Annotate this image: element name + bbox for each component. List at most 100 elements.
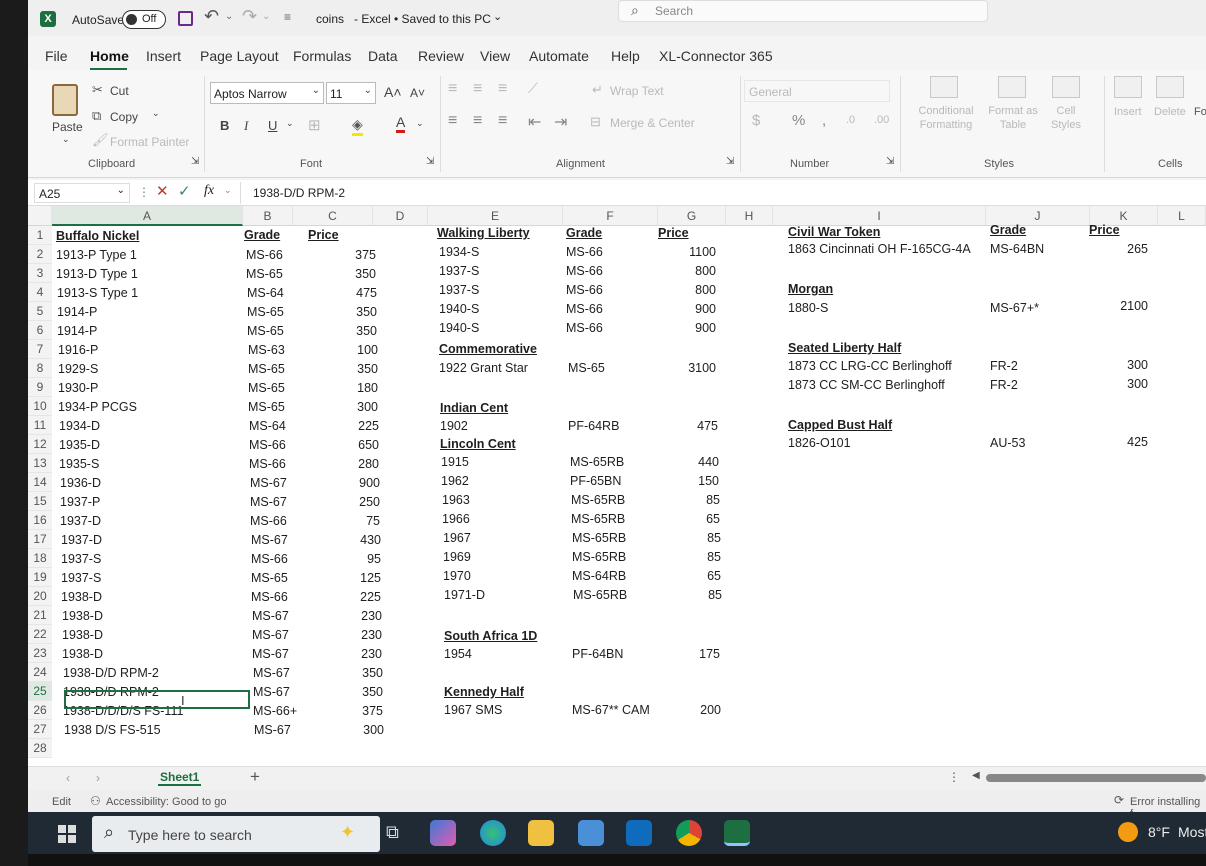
font-launcher-icon[interactable]: ⇲ <box>426 156 434 167</box>
row-header[interactable]: 25 <box>28 682 52 701</box>
undo-icon[interactable]: ↶ <box>204 6 219 27</box>
tab-insert[interactable]: Insert <box>146 48 181 64</box>
insert-cells-icon[interactable] <box>1114 76 1142 98</box>
percent-icon[interactable]: % <box>792 112 805 129</box>
row-header[interactable]: 18 <box>28 549 52 568</box>
coin-name-cell[interactable]: 1967 <box>443 531 471 545</box>
grade-cell[interactable]: MS-65 <box>248 381 285 395</box>
name-box[interactable]: A25 ⌄ <box>34 183 130 203</box>
column-header-i[interactable]: I <box>773 206 986 226</box>
taskbar-search-box[interactable]: ⌕ Type here to search ✦ <box>92 816 380 852</box>
copy-dropdown-icon[interactable]: ⌄ <box>152 108 160 119</box>
coin-name-cell[interactable]: 1937-D <box>60 514 101 528</box>
grade-cell[interactable]: FR-2 <box>990 359 1018 373</box>
row-header[interactable]: 26 <box>28 701 52 720</box>
grade-cell[interactable]: MS-66 <box>250 514 287 528</box>
coin-name-cell[interactable]: 1873 CC SM-CC Berlinghoff <box>788 378 945 392</box>
row-header[interactable]: 20 <box>28 587 52 606</box>
currency-icon[interactable]: $ <box>752 112 760 129</box>
coin-name-cell[interactable]: 1935-S <box>59 457 99 471</box>
row-header[interactable]: 9 <box>28 378 52 397</box>
tab-xl-connector[interactable]: XL-Connector 365 <box>659 48 773 64</box>
row-header[interactable]: 12 <box>28 435 52 454</box>
grade-cell[interactable]: MS-65RB <box>571 512 625 526</box>
price-cell[interactable]: 475 <box>299 286 377 300</box>
redo-dropdown-icon[interactable]: ⌄ <box>262 11 270 22</box>
coin-name-cell[interactable]: 1863 Cincinnati OH F-165CG-4A <box>788 242 971 256</box>
coin-name-cell[interactable]: 1970 <box>443 569 471 583</box>
grade-cell[interactable]: MS-67 <box>250 476 287 490</box>
table-header-cell[interactable]: Price <box>1089 223 1120 237</box>
price-cell[interactable]: 85 <box>630 531 721 545</box>
price-cell[interactable]: 265 <box>1068 242 1148 256</box>
orientation-icon[interactable]: ⟋ <box>528 80 538 97</box>
grade-cell[interactable]: MS-65 <box>248 362 285 376</box>
price-cell[interactable]: 200 <box>628 703 721 717</box>
table-header-cell[interactable]: Price <box>308 228 339 242</box>
paste-button[interactable]: Paste <box>52 120 83 134</box>
grade-cell[interactable]: MS-67 <box>253 666 290 680</box>
bold-icon[interactable]: B <box>220 118 229 133</box>
column-header-a[interactable]: A <box>52 206 243 226</box>
insert-cells-button[interactable]: Insert <box>1114 106 1142 118</box>
grade-cell[interactable]: MS-65 <box>247 324 284 338</box>
table-header-cell[interactable]: Grade <box>990 223 1026 237</box>
table-header-cell[interactable]: Civil War Token <box>788 225 880 239</box>
row-header[interactable]: 5 <box>28 302 52 321</box>
grade-cell[interactable]: MS-64 <box>247 286 284 300</box>
coin-name-cell[interactable]: 1940-S <box>439 321 479 335</box>
underline-icon[interactable]: U <box>268 118 277 133</box>
price-cell[interactable]: 250 <box>302 495 380 509</box>
coin-name-cell[interactable]: 1938 D/S FS-515 <box>64 723 161 737</box>
sheet-options-icon[interactable]: ⋮ <box>948 770 960 784</box>
section-header-cell[interactable]: Commemorative <box>439 342 537 356</box>
italic-icon[interactable]: I <box>244 118 248 134</box>
row-header[interactable]: 3 <box>28 264 52 283</box>
underline-dropdown-icon[interactable]: ⌄ <box>286 118 294 129</box>
row-header[interactable]: 16 <box>28 511 52 530</box>
section-header-cell[interactable]: South Africa 1D <box>444 629 537 643</box>
edge-browser-icon[interactable] <box>480 820 506 846</box>
increase-decimal-icon[interactable]: .0 <box>846 114 855 126</box>
copy-button[interactable]: Copy <box>110 110 138 124</box>
decrease-decimal-icon[interactable]: .00 <box>874 114 889 126</box>
format-painter-button[interactable]: Format Painter <box>110 135 189 149</box>
grade-cell[interactable]: FR-2 <box>990 378 1018 392</box>
price-cell[interactable]: 350 <box>300 362 378 376</box>
microsoft-store-icon[interactable] <box>578 820 604 846</box>
coin-name-cell[interactable]: 1914-P <box>57 324 97 338</box>
table-header-cell[interactable]: Walking Liberty <box>437 226 530 240</box>
format-as-table-button[interactable]: Format as Table <box>984 104 1042 132</box>
price-cell[interactable]: 150 <box>628 474 719 488</box>
coin-name-cell[interactable]: 1902 <box>440 419 468 433</box>
price-cell[interactable]: 350 <box>298 267 376 281</box>
row-header[interactable]: 14 <box>28 473 52 492</box>
price-cell[interactable]: 800 <box>628 264 716 278</box>
cell-styles-button[interactable]: Cell Styles <box>1044 104 1088 132</box>
price-cell[interactable]: 430 <box>303 533 381 547</box>
column-header-d[interactable]: D <box>373 206 428 226</box>
save-status-chevron-icon[interactable]: ⌄ <box>493 10 502 23</box>
price-cell[interactable]: 1100 <box>628 245 716 259</box>
price-cell[interactable]: 350 <box>299 305 377 319</box>
confirm-entry-icon[interactable]: ✓ <box>178 182 191 200</box>
delete-cells-button[interactable]: Delete <box>1154 106 1186 118</box>
grade-cell[interactable]: MS-65 <box>568 361 605 375</box>
section-header-cell[interactable]: Morgan <box>788 282 833 296</box>
tab-file[interactable]: File <box>45 48 68 64</box>
grade-cell[interactable]: MS-66 <box>251 590 288 604</box>
search-box[interactable]: ⌕ Search <box>618 0 988 22</box>
grade-cell[interactable]: MS-65RB <box>572 550 626 564</box>
price-cell[interactable]: 180 <box>300 381 378 395</box>
row-header[interactable]: 7 <box>28 340 52 359</box>
wrap-text-button[interactable]: Wrap Text <box>610 84 664 98</box>
price-cell[interactable]: 230 <box>304 609 382 623</box>
tab-automate[interactable]: Automate <box>529 48 589 64</box>
coin-name-cell[interactable]: 1938-D <box>62 647 103 661</box>
coin-name-cell[interactable]: 1937-P <box>60 495 100 509</box>
row-header[interactable]: 11 <box>28 416 52 435</box>
section-header-cell[interactable]: Indian Cent <box>440 401 508 415</box>
grade-cell[interactable]: MS-64RB <box>572 569 626 583</box>
cell-styles-icon[interactable] <box>1052 76 1080 98</box>
coin-name-cell[interactable]: 1937-S <box>439 283 479 297</box>
